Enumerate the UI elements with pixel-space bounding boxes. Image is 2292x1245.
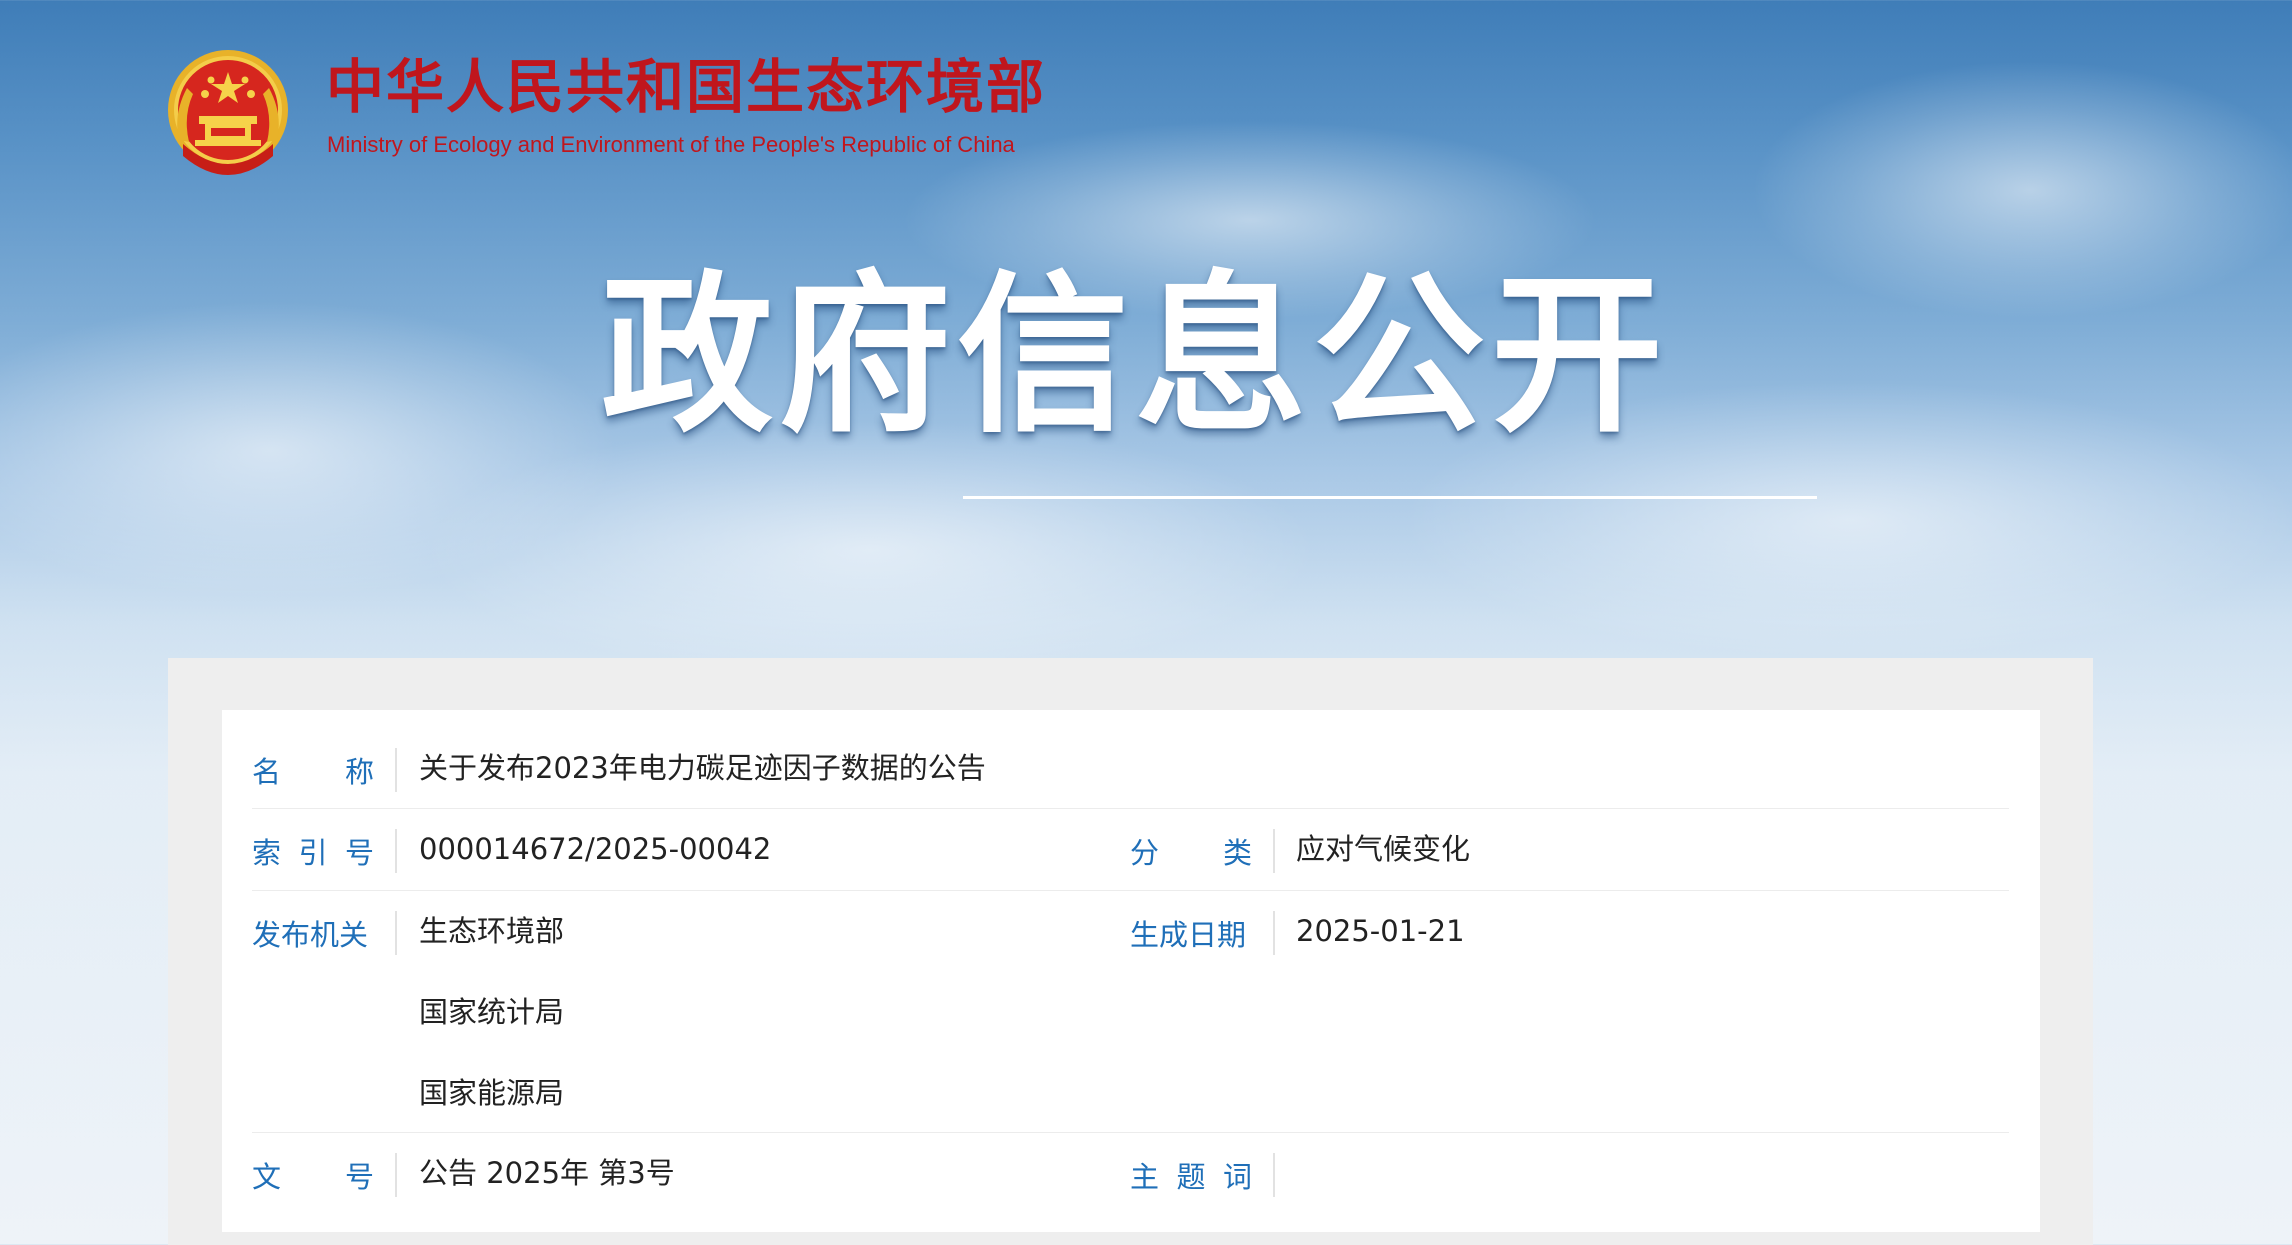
value-doc-no: 公告 2025年 第3号 (419, 1156, 675, 1190)
value-name: 关于发布2023年电力碳足迹因子数据的公告 (419, 751, 986, 785)
value-date: 2025-01-21 (1296, 914, 1465, 948)
label-doc-no: 文号 (252, 1160, 374, 1194)
label-keywords: 主题词 (1130, 1160, 1252, 1194)
page-title: 政府信息公开 (601, 255, 1669, 456)
info-row-name: 名称 关于发布2023年电力碳足迹因子数据的公告 (252, 730, 2009, 809)
value-index-no: 000014672/2025-00042 (419, 832, 772, 866)
info-row-issuer: 发布机关 生态环境部 国家统计局 国家能源局 生成日期 2025-01-21 (252, 891, 2009, 1133)
info-row-docno: 文号 公告 2025年 第3号 主题词 (252, 1133, 2009, 1213)
title-underline (963, 496, 1817, 499)
label-name: 名称 (252, 755, 374, 789)
label-category: 分类 (1130, 836, 1252, 870)
value-issuer-2: 国家统计局 (419, 995, 565, 1029)
label-date: 生成日期 (1130, 918, 1247, 952)
ministry-name-cn[interactable]: 中华人民共和国生态环境部 (326, 58, 1046, 116)
info-row-index: 索引号 000014672/2025-00042 分类 应对气候变化 (252, 809, 2009, 891)
value-category: 应对气候变化 (1296, 832, 1471, 866)
label-issuer: 发布机关 (252, 918, 369, 952)
value-issuer-3: 国家能源局 (419, 1076, 565, 1110)
national-emblem-icon[interactable] (165, 44, 291, 184)
label-index-no: 索引号 (252, 836, 374, 870)
ministry-name-en[interactable]: Ministry of Ecology and Environment of t… (327, 132, 1015, 158)
value-issuer-1: 生态环境部 (419, 914, 565, 948)
